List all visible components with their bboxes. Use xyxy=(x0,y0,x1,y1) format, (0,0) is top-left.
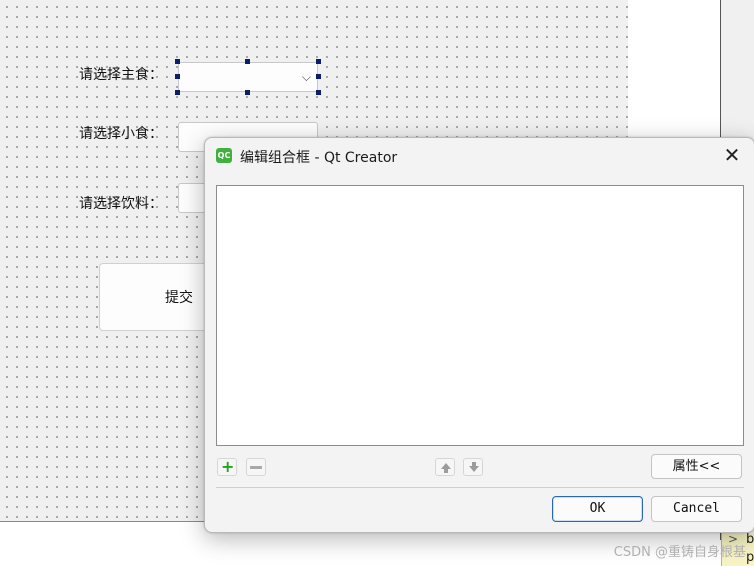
ok-button-label: OK xyxy=(589,501,606,516)
main-food-combobox[interactable]: ⌵ xyxy=(178,62,318,92)
plus-icon: + xyxy=(221,457,235,476)
property-cell-text: p xyxy=(746,550,754,565)
submit-button-label: 提交 xyxy=(165,290,193,306)
selection-handle[interactable] xyxy=(316,74,321,79)
drink-label: 请选择饮料： xyxy=(79,196,163,212)
minus-icon xyxy=(250,466,262,469)
selection-handle[interactable] xyxy=(316,59,321,64)
arrow-down-icon xyxy=(469,466,479,472)
selection-handle[interactable] xyxy=(175,90,180,95)
dialog-title-bar[interactable]: QC 编辑组合框 - Qt Creator ✕ xyxy=(205,138,754,174)
arrow-up-stem xyxy=(444,469,448,473)
remove-item-button[interactable] xyxy=(246,458,266,476)
edit-combobox-dialog: QC 编辑组合框 - Qt Creator ✕ + 属性<< OK Cancel xyxy=(204,137,754,533)
selection-handle[interactable] xyxy=(175,74,180,79)
property-cell-text: b xyxy=(746,532,754,547)
add-item-button[interactable]: + xyxy=(217,458,237,476)
qt-creator-logo-icon: QC xyxy=(216,148,232,163)
watermark: CSDN @重铸自身根基 xyxy=(613,545,746,560)
snack-label: 请选择小食： xyxy=(79,126,163,142)
dialog-divider xyxy=(216,487,744,488)
cancel-button[interactable]: Cancel xyxy=(651,496,742,522)
selection-handle[interactable] xyxy=(316,90,321,95)
move-down-button[interactable] xyxy=(463,458,483,476)
move-up-button[interactable] xyxy=(435,458,455,476)
items-list[interactable] xyxy=(216,185,744,446)
close-icon[interactable]: ✕ xyxy=(722,144,742,166)
chevron-down-icon: ⌵ xyxy=(301,70,311,84)
properties-toggle-button[interactable]: 属性<< xyxy=(651,454,742,479)
main-food-label: 请选择主食： xyxy=(79,67,163,83)
selection-handle[interactable] xyxy=(245,59,250,64)
cancel-button-label: Cancel xyxy=(673,501,720,516)
selection-handle[interactable] xyxy=(175,59,180,64)
properties-button-label: 属性<< xyxy=(672,459,721,474)
ok-button[interactable]: OK xyxy=(552,496,643,522)
selection-handle[interactable] xyxy=(245,90,250,95)
dialog-title: 编辑组合框 - Qt Creator xyxy=(240,150,398,166)
